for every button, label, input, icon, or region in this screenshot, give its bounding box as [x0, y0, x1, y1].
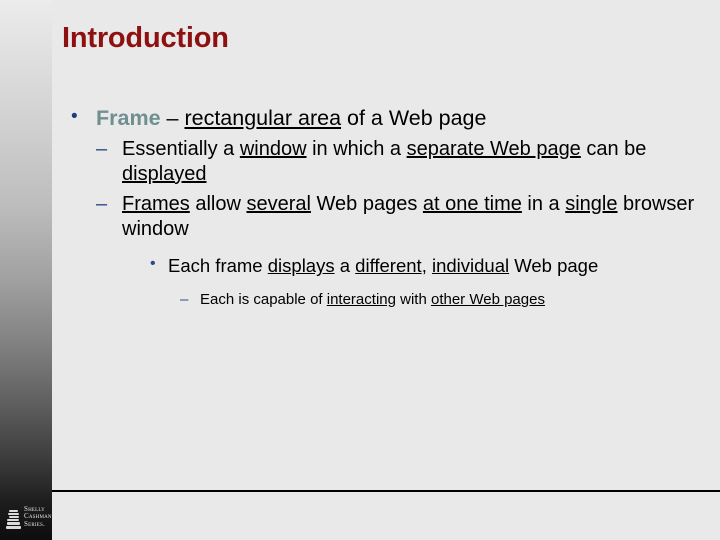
logo-wordmark: Shelly Cashman Series. — [24, 505, 52, 529]
slide-canvas: Shelly Cashman Series. Introduction • Fr… — [0, 0, 720, 540]
bullet-marker-dot-icon: • — [71, 106, 78, 127]
bullet-marker-dash-icon: – — [180, 291, 189, 309]
l2a-underline-separate-web-page: separate Web page — [406, 137, 581, 160]
l2a-part1: Essentially a — [122, 137, 240, 160]
l3-underline-displays: displays — [267, 255, 335, 277]
bullet-marker-dot-icon: • — [150, 255, 156, 273]
l2b-part2: Web pages — [310, 193, 423, 216]
bullet-level2-frames-allow: – Frames allow several Web pages at one … — [62, 192, 710, 242]
l4-underline-other-web-pages: other Web pages — [430, 291, 545, 309]
bullet-level3-each-frame: • Each frame displays a different, indiv… — [62, 254, 710, 278]
bullet-marker-dash-icon: – — [96, 137, 108, 160]
l2a-part3: can be — [580, 137, 647, 160]
level1-dash: – — [160, 106, 185, 130]
l3-part2: a — [334, 255, 356, 277]
footer-divider-rule — [52, 490, 720, 492]
slide-title: Introduction — [62, 22, 229, 54]
l3-underline-different: different — [355, 255, 422, 277]
logo-line-3: Series. — [24, 519, 45, 528]
l2b-part3: in a — [521, 193, 566, 216]
l3-part4: Web page — [509, 255, 599, 277]
bullet-level2-essentially: – Essentially a window in which a separa… — [62, 137, 710, 187]
l4-part1: Each is capable of — [200, 291, 327, 309]
left-gradient-band — [0, 0, 52, 540]
l3-part3: , — [421, 255, 432, 277]
level1-underlined-phrase: rectangular area — [184, 106, 342, 130]
book-stack-icon — [6, 505, 21, 529]
slide-body: • Frame – rectangular area of a Web page… — [62, 105, 710, 310]
l2b-underline-at-one-time: at one time — [422, 193, 522, 216]
bullet-level4-each-is-capable: – Each is capable of interacting with ot… — [62, 290, 710, 310]
l2b-underline-single: single — [565, 193, 618, 216]
l4-underline-interacting: interacting — [326, 291, 396, 309]
l2a-part2: in which a — [306, 137, 407, 160]
l2b-underline-frames: Frames — [122, 193, 190, 216]
l4-part2: with — [395, 291, 431, 309]
bullet-level1: • Frame – rectangular area of a Web page — [62, 105, 710, 132]
l2a-underline-window: window — [239, 137, 307, 160]
l2b-underline-several: several — [246, 193, 311, 216]
l2b-part1: allow — [189, 193, 247, 216]
shelly-cashman-logo: Shelly Cashman Series. — [6, 500, 52, 534]
keyword-frame: Frame — [96, 106, 161, 130]
l2a-underline-displayed: displayed — [122, 162, 207, 185]
level1-tail: of a Web page — [341, 106, 487, 130]
l3-part1: Each frame — [168, 255, 268, 277]
l3-underline-individual: individual — [431, 255, 510, 277]
bullet-marker-dash-icon: – — [96, 193, 108, 216]
